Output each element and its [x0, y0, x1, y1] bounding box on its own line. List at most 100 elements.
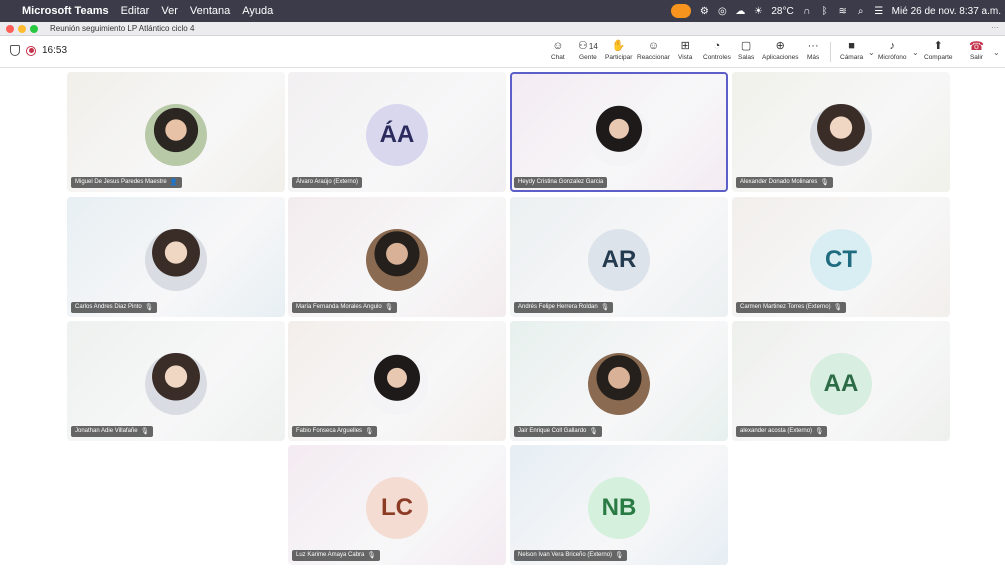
participant-name: Nelson Ivan Vera Briceño (Externo): [518, 552, 613, 558]
participant-avatar: [145, 229, 207, 291]
minimize-window-button[interactable]: [18, 24, 26, 33]
participant-name: Carmen Martinez Torres (Externo): [740, 304, 831, 310]
participant-avatar: [366, 229, 428, 291]
leave-options-chevron-icon[interactable]: ⌄: [993, 48, 1000, 57]
participant-name-label: Carmen Martinez Torres (Externo) 🎙: [736, 302, 846, 313]
meeting-timer: 16:53: [10, 45, 67, 56]
clock[interactable]: Mié 26 de nov. 8:37 a.m.: [892, 6, 1001, 17]
status-icon-2[interactable]: ◎: [717, 6, 727, 17]
participant-avatar: [810, 104, 872, 166]
recording-icon[interactable]: [26, 45, 36, 56]
react-button[interactable]: ☺ Reaccionar: [637, 39, 670, 66]
view-button[interactable]: ⊞ Vista: [678, 39, 692, 66]
wifi-icon[interactable]: ≋: [838, 6, 848, 17]
participant-tile[interactable]: NB Nelson Ivan Vera Briceño (Externo) 🎙: [510, 445, 728, 565]
chat-label: Chat: [551, 54, 565, 61]
participant-tile[interactable]: Miguel De Jesus Paredes Maestre 👤: [67, 72, 285, 192]
search-icon[interactable]: ⌕: [856, 6, 866, 17]
participant-tile[interactable]: Fabio Fonseca Arguelles 🎙: [288, 321, 506, 441]
mic-in-use-icon[interactable]: [671, 4, 692, 18]
toolbar-divider: [830, 42, 831, 62]
more-options-icon[interactable]: ···: [991, 23, 999, 32]
window-title-bar: Reunión seguimiento LP Atlántico ciclo 4…: [0, 22, 1005, 36]
participant-tile[interactable]: Jair Enrique Coll Gallardo 🎙: [510, 321, 728, 441]
mic-muted-icon: 🎙: [615, 552, 624, 559]
smile-icon: ☺: [647, 40, 660, 52]
participant-name: alexander acosta (Externo): [740, 428, 813, 434]
controls-button[interactable]: ◔ Controles: [703, 39, 731, 66]
macos-menu-bar: Microsoft Teams Editar Ver Ventana Ayuda…: [0, 0, 1005, 22]
bluetooth-icon[interactable]: ᛒ: [820, 6, 830, 17]
participant-name-label: Fabio Fonseca Arguelles 🎙: [292, 426, 378, 437]
participant-tile[interactable]: AR Andrés Felipe Herrera Roldan 🎙: [510, 197, 728, 317]
zoom-window-button[interactable]: [30, 24, 38, 33]
app-menu[interactable]: Microsoft Teams: [22, 5, 109, 17]
mic-label: Micrófono: [878, 54, 907, 61]
participant-tile[interactable]: Carlos Andres Diaz Pinto 🎙: [67, 197, 285, 317]
participant-name-label: Heydy Cristina Gonzalez Garcia: [514, 177, 608, 188]
participant-avatar: [366, 353, 428, 415]
rooms-button[interactable]: ▢ Salas: [738, 39, 754, 66]
participant-name: Jair Enrique Coll Gallardo: [518, 428, 587, 434]
participant-tile[interactable]: ÁA Álvaro Araújo (Externo): [288, 72, 506, 192]
participant-tile[interactable]: Jonathan Adie Villafañe 🎙: [67, 321, 285, 441]
mic-muted-icon: 🎙: [384, 304, 393, 311]
participant-name: Alexander Donado Molinares: [740, 179, 818, 185]
weather-text[interactable]: 28°C: [771, 6, 793, 17]
participant-name: Heydy Cristina Gonzalez Garcia: [518, 179, 604, 185]
participant-name-label: Alexander Donado Molinares 🎙: [736, 177, 833, 188]
participant-tile[interactable]: CT Carmen Martinez Torres (Externo) 🎙: [732, 197, 950, 317]
people-button[interactable]: ⚇ 14 Gente: [578, 39, 598, 66]
shield-icon[interactable]: [10, 45, 20, 56]
participant-name-label: Álvaro Araújo (Externo): [292, 177, 363, 188]
participant-avatar: [145, 104, 207, 166]
camera-button[interactable]: ■ Cámara: [840, 39, 863, 66]
control-center-icon[interactable]: ☰: [874, 6, 884, 17]
more-button[interactable]: ··· Más: [807, 39, 819, 66]
mic-options-chevron-icon[interactable]: ⌄: [912, 48, 919, 57]
mic-muted-icon: 🎙: [140, 428, 149, 435]
participant-avatar: [588, 104, 650, 166]
rooms-label: Salas: [738, 54, 755, 61]
participant-name: Jonathan Adie Villafañe: [75, 428, 138, 434]
add-app-icon: ⊕: [775, 40, 785, 52]
leave-button[interactable]: ☎ Salir: [969, 39, 984, 66]
mic-button[interactable]: ♪ Micrófono: [878, 39, 907, 66]
participant-tile[interactable]: María Fernanda Morales Angulo 🎙: [288, 197, 506, 317]
participant-tile[interactable]: AA alexander acosta (Externo) 🎙: [732, 321, 950, 441]
phone-hangup-icon: ☎: [969, 39, 984, 53]
raise-hand-button[interactable]: ✋ Participar: [605, 39, 632, 66]
ellipsis-icon: ···: [807, 40, 819, 52]
participant-name-label: Andrés Felipe Herrera Roldan 🎙: [514, 302, 613, 313]
status-icon-3[interactable]: ☁: [735, 6, 745, 17]
mic-muted-icon: 🎙: [815, 428, 824, 435]
headphones-icon[interactable]: ∩: [802, 6, 812, 17]
menu-ayuda[interactable]: Ayuda: [242, 5, 273, 17]
participant-name-label: Jonathan Adie Villafañe 🎙: [71, 426, 153, 437]
view-label: Vista: [678, 54, 693, 61]
participant-tile[interactable]: Heydy Cristina Gonzalez Garcia: [510, 72, 728, 192]
participant-tile[interactable]: LC Luz Karime Amaya Cabra 🎙: [288, 445, 506, 565]
menu-ventana[interactable]: Ventana: [190, 5, 230, 17]
raise-label: Participar: [605, 54, 633, 61]
sun-icon[interactable]: ☀: [753, 6, 763, 17]
camera-options-chevron-icon[interactable]: ⌄: [868, 48, 875, 57]
meeting-stage: Miguel De Jesus Paredes Maestre 👤 ÁA Álvaro…: [0, 68, 1005, 569]
window-title: Reunión seguimiento LP Atlántico ciclo 4: [50, 24, 195, 33]
menu-editar[interactable]: Editar: [121, 5, 150, 17]
mic-muted-icon: 🎙: [367, 552, 376, 559]
people-count: 14: [588, 42, 598, 51]
close-window-button[interactable]: [6, 24, 14, 33]
share-icon: ⬆: [933, 40, 943, 52]
rooms-icon: ▢: [740, 40, 752, 52]
participant-avatar: ÁA: [366, 104, 428, 166]
menu-ver[interactable]: Ver: [161, 5, 178, 17]
apps-button[interactable]: ⊕ Aplicaciones: [762, 39, 799, 66]
participant-tile[interactable]: Alexander Donado Molinares 🎙: [732, 72, 950, 192]
chat-button[interactable]: ☺ Chat: [551, 39, 565, 66]
status-icon-1[interactable]: ⚙: [699, 6, 709, 17]
controls-label: Controles: [703, 54, 731, 61]
participant-avatar: NB: [588, 477, 650, 539]
share-button[interactable]: ⬆ Comparte: [924, 39, 953, 66]
participant-avatar: [145, 353, 207, 415]
